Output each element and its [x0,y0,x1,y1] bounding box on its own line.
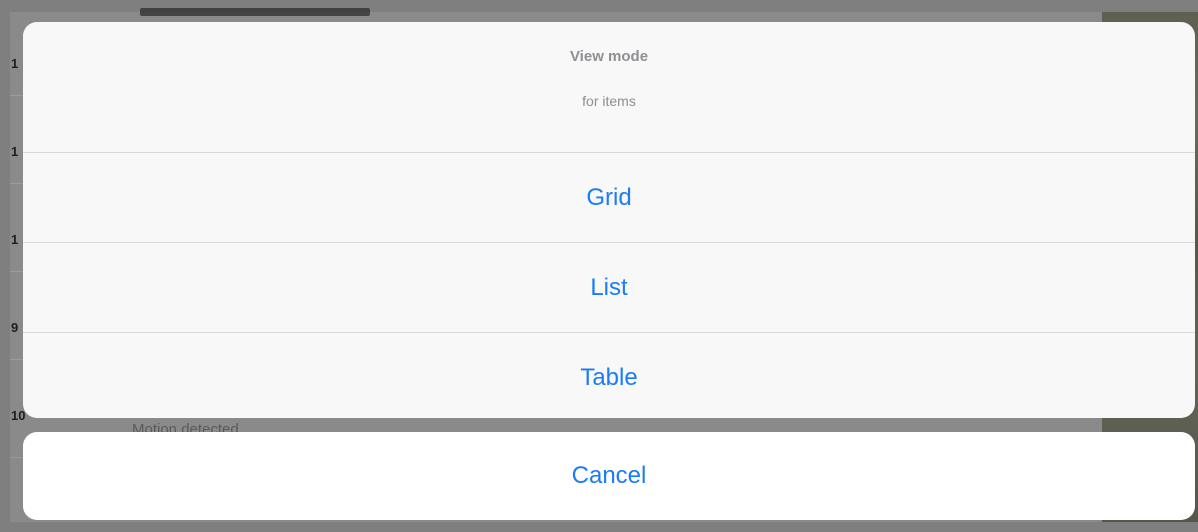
background-row-title [140,8,370,16]
cancel-button[interactable]: Cancel [23,432,1195,520]
background-row-number: 1 [11,232,19,247]
list-option-button[interactable]: List [23,243,1195,332]
action-sheet-title: View mode [569,48,649,65]
action-sheet-message: for items [582,93,636,109]
background-row-number: 1 [11,144,19,159]
background-row-number: 10 [11,408,26,423]
table-option-button[interactable]: Table [23,333,1195,418]
grid-option-button[interactable]: Grid [23,153,1195,242]
background-row-number: 9 [11,320,19,335]
background-row-number: 1 [11,56,19,71]
action-sheet-header: View mode for items [23,22,1195,152]
action-sheet: View mode for items Grid List Table [23,22,1195,418]
